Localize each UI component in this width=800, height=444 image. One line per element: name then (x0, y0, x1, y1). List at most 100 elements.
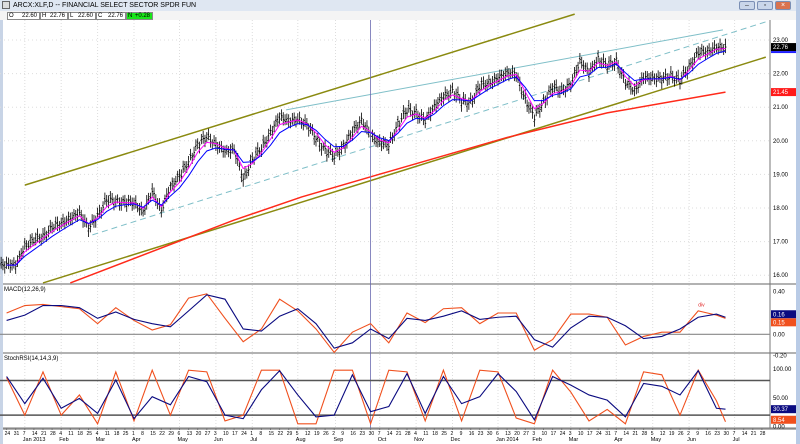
price-axis-tick-label: 19.00 (773, 172, 789, 178)
month-label: Feb (532, 437, 541, 443)
stoch-k-badge-text: 8.54 (773, 418, 785, 424)
date-tick-label: 28 (642, 431, 648, 437)
date-tick-label: 11 (68, 431, 73, 437)
date-tick-label: 8 (141, 431, 144, 437)
macd-divergence-annotation: div (698, 303, 705, 309)
date-tick-label: 27 (205, 431, 211, 437)
stoch-axis-tick-label: 50.00 (773, 396, 789, 402)
date-tick-label: 10 (542, 431, 548, 437)
date-tick-label: 14 (742, 431, 748, 437)
date-tick-label: 18 (77, 431, 83, 437)
month-label: Apr (614, 437, 623, 443)
month-label: Jul (250, 437, 257, 443)
date-tick-label: 17 (551, 431, 557, 437)
month-label: Mar (569, 437, 579, 443)
stoch-pane (0, 354, 800, 428)
date-tick-label: 20 (196, 431, 202, 437)
date-tick-label: 24 (241, 431, 247, 437)
date-tick-label: 28 (405, 431, 411, 437)
price-axis-tick-label: 20.00 (773, 139, 789, 145)
chart-canvas[interactable]: 16.0017.0018.0019.0020.0021.0022.0023.00… (0, 0, 800, 444)
date-tick-label: 10 (223, 431, 229, 437)
price-axis-tick-label: 22.00 (773, 72, 789, 78)
macd-axis-tick-label: 0.00 (773, 332, 785, 338)
price-axis-tick-label: 18.00 (773, 206, 789, 212)
date-tick-label: 30 (724, 431, 730, 437)
date-tick-label: 19 (669, 431, 675, 437)
macd-pane (0, 285, 800, 352)
date-tick-label: 8 (259, 431, 262, 437)
price-pane (0, 20, 800, 283)
date-tick-label: 10 (578, 431, 584, 437)
price-axis-tick-label: 16.00 (773, 273, 789, 279)
date-tick-label: 26 (678, 431, 684, 437)
macd-axis-tick-label: 0.40 (773, 290, 785, 296)
date-tick-label: 27 (523, 431, 529, 437)
month-label: Feb (59, 437, 68, 443)
last-price-badge-text: 22.76 (773, 45, 789, 51)
macd-axis-tick-label: -0.20 (773, 354, 787, 360)
date-tick-label: 25 (87, 431, 93, 437)
date-tick-label: 11 (423, 431, 428, 437)
macd-signal-badge-text: 0.16 (773, 312, 785, 318)
month-label: Dec (451, 437, 461, 443)
month-label: Jun (214, 437, 223, 443)
date-tick-label: 31 (14, 431, 20, 437)
date-tick-label: 24 (560, 431, 566, 437)
month-label: Mar (96, 437, 106, 443)
date-tick-label: 21 (751, 431, 757, 437)
last-price-badge-underline (771, 51, 797, 54)
last-price-badge: 22.76 (771, 43, 797, 52)
stoch-axis-tick-label: 100.00 (773, 367, 792, 373)
macd-pane-title: MACD(12,26,9) (4, 287, 46, 293)
date-tick-label: 21 (396, 431, 402, 437)
date-tick-label: 12 (305, 431, 311, 437)
date-tick-label: 17 (232, 431, 238, 437)
date-tick-label: 15 (150, 431, 156, 437)
date-tick-label: 19 (314, 431, 320, 437)
macd-value-badge: 0.15 (771, 318, 797, 327)
stoch-axis-tick-label: 0.00 (773, 425, 785, 431)
date-tick-label: 26 (323, 431, 329, 437)
date-tick-label: 25 (441, 431, 447, 437)
month-label: Jun (687, 437, 696, 443)
macd-value-badge-text: 0.15 (773, 320, 785, 326)
date-tick-label: 15 (269, 431, 275, 437)
long-ma-badge-text: 21.45 (773, 90, 789, 96)
date-tick-label: 22 (278, 431, 284, 437)
stoch-pane-title: StochRSI(14,14,3,9) (4, 356, 58, 362)
date-tick-label: 16 (350, 431, 356, 437)
date-tick-label: 24 (596, 431, 602, 437)
date-tick-label: 14 (623, 431, 629, 437)
date-tick-label: 16 (705, 431, 711, 437)
stoch-d-badge: 30.37 (771, 405, 797, 414)
month-label: Jan 2013 (23, 437, 46, 443)
month-label: Aug (296, 437, 306, 443)
date-tick-label: 14 (387, 431, 393, 437)
date-tick-label: 18 (432, 431, 438, 437)
date-tick-label: 11 (105, 431, 110, 437)
date-tick-label: 21 (633, 431, 639, 437)
stoch-d-badge-text: 30.37 (773, 407, 789, 413)
date-tick-label: 16 (469, 431, 475, 437)
month-label: Apr (132, 437, 141, 443)
date-tick-label: 17 (587, 431, 593, 437)
price-axis-tick-label: 17.00 (773, 240, 789, 246)
date-tick-label: 25 (123, 431, 129, 437)
date-tick-label: 23 (360, 431, 366, 437)
date-tick-label: 9 (696, 431, 699, 437)
month-label: Nov (414, 437, 424, 443)
date-tick-label: 28 (50, 431, 56, 437)
macd-signal-badge: 0.16 (771, 310, 797, 319)
price-axis-tick-label: 21.00 (773, 105, 789, 111)
date-tick-label: 29 (287, 431, 293, 437)
date-tick-label: 23 (478, 431, 484, 437)
month-label: Oct (378, 437, 387, 443)
date-tick-label: 30 (369, 431, 375, 437)
date-tick-label: 29 (168, 431, 174, 437)
date-tick-label: 18 (114, 431, 120, 437)
stoch-k-badge: 8.54 (771, 415, 797, 424)
long-ma-badge: 21.45 (771, 88, 797, 97)
window-border (796, 0, 800, 444)
month-label: Jan 2014 (496, 437, 519, 443)
